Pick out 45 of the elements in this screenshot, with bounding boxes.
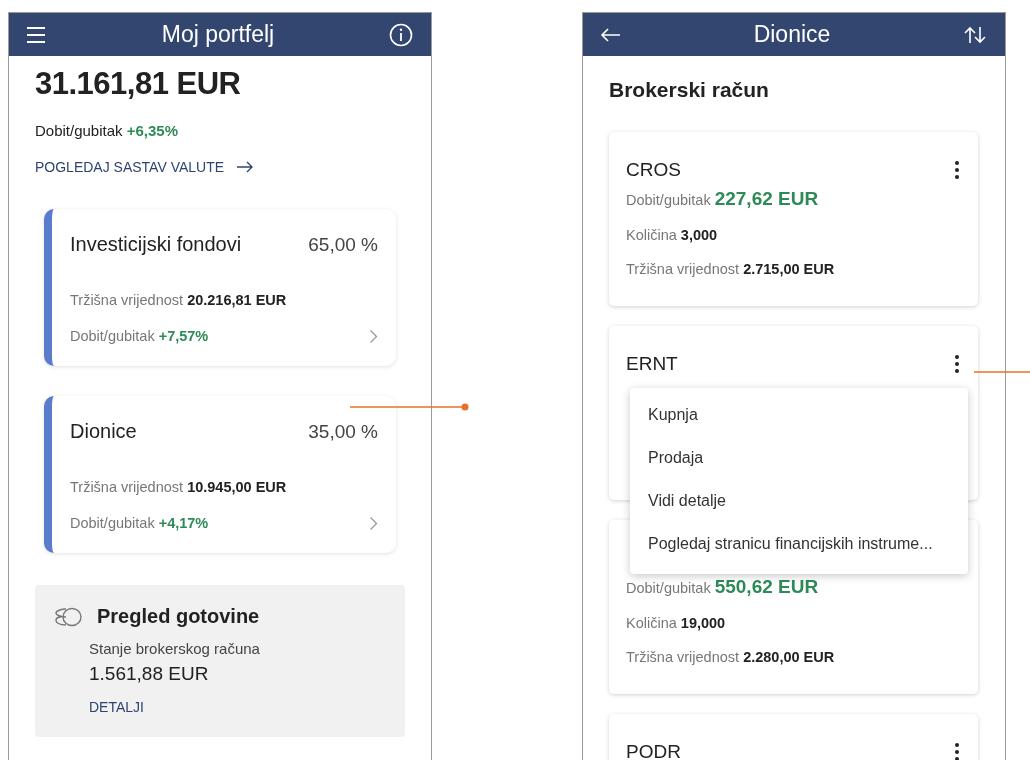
currency-link[interactable]: POGLEDAJ SASTAV VALUTE (35, 159, 255, 175)
category-percent: 35,00 % (308, 421, 378, 443)
back-arrow-icon[interactable] (599, 26, 621, 43)
info-text: Tržišna vrijednost 2.280,00 EUR (626, 649, 835, 665)
info-text: Tržišna vrijednost 2.715,00 EUR (626, 261, 835, 277)
info-icon[interactable] (389, 22, 413, 47)
category-card[interactable]: Dionice 35,00 % Tržišna vrijednost 10.945,00 EUR Dobit/gubitak +4,17% (44, 396, 396, 553)
screen-title: Moj portfelj (161, 21, 275, 48)
arrow-right-icon (236, 161, 255, 173)
menu-item[interactable]: Vidi detalje (630, 480, 968, 523)
more-options-icon[interactable] (954, 160, 960, 180)
info-text: Dobit/gubitak 550,62 EUR (626, 580, 819, 596)
category-card[interactable]: Investicijski fondovi 65,00 % Tržišna vrijednost 20.216,81 EUR Dobit/gubitak +7,57% (44, 209, 396, 366)
callout-line (974, 370, 1030, 374)
chevron-right-icon (369, 515, 378, 531)
profit-text: Dobit/gubitak +6,35% (35, 122, 180, 139)
chevron-right-icon (369, 328, 378, 344)
cash-title: Pregled gotovine (97, 605, 260, 628)
info-text: Tržišna vrijednost 10.945,00 EUR (70, 479, 287, 495)
balance-amount: 1.561,88 EUR (89, 663, 210, 685)
menu-item[interactable]: Kupnja (630, 394, 968, 437)
balance-label: Stanje brokerskog računa (89, 640, 261, 657)
more-options-icon[interactable] (954, 742, 960, 760)
info-text: Tržišna vrijednost 20.216,81 EUR (70, 292, 287, 308)
menu-item[interactable]: Prodaja (630, 437, 968, 480)
info-text: Dobit/gubitak 227,62 EUR (626, 192, 819, 208)
sort-icon[interactable] (963, 25, 987, 44)
category-name: Investicijski fondovi (70, 233, 242, 256)
stock-name: PODR (626, 741, 681, 760)
menu-item[interactable]: Pogledaj stranicu financijskih instrume... (630, 523, 968, 566)
info-text: Dobit/gubitak +4,17% (70, 515, 209, 531)
more-options-icon[interactable] (954, 354, 960, 374)
info-text: Količina 19,000 (626, 615, 726, 631)
info-text: Dobit/gubitak +7,57% (70, 328, 209, 344)
screen-title: Dionice (753, 21, 831, 48)
category-percent: 65,00 % (308, 234, 378, 256)
details-link[interactable]: DETALJI (89, 699, 144, 715)
coins-icon (53, 606, 83, 627)
section-title: Brokerski račun (609, 78, 770, 102)
portfolio-total: 31.161,81 EUR (35, 66, 242, 102)
stock-name: ERNT (626, 353, 678, 375)
menu-icon[interactable] (25, 24, 47, 45)
info-text: Količina 3,000 (626, 227, 718, 243)
category-name: Dionice (70, 420, 137, 443)
stock-name: CROS (626, 159, 681, 181)
